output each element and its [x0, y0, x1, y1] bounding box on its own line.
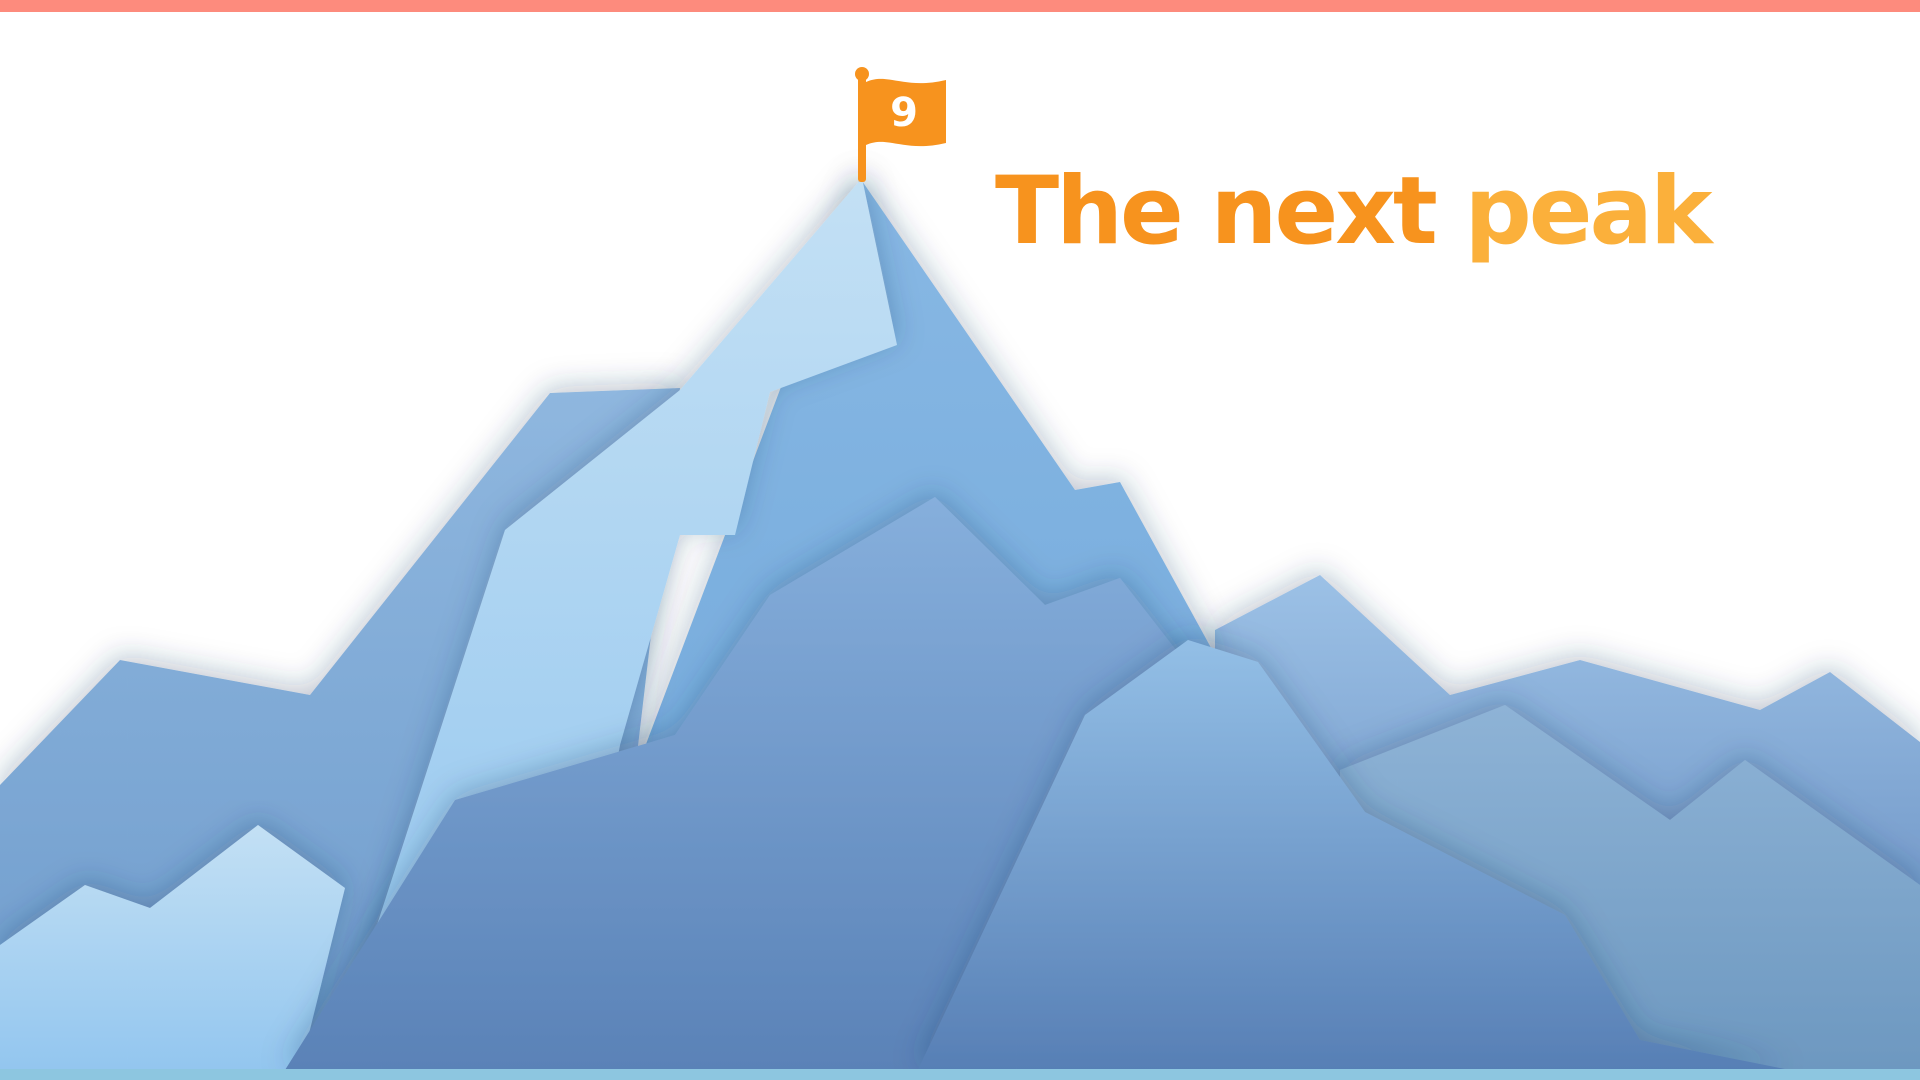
slide: 9 The next peak: [0, 0, 1920, 1080]
title-word-main: The next: [995, 157, 1465, 266]
title-word-accent: peak: [1464, 157, 1712, 266]
title-part-1: The next peak: [995, 157, 1712, 266]
bottom-accent-stripe: [0, 1069, 1920, 1080]
flag-number: 9: [890, 90, 918, 136]
page-title: The next peak: [995, 157, 1712, 266]
